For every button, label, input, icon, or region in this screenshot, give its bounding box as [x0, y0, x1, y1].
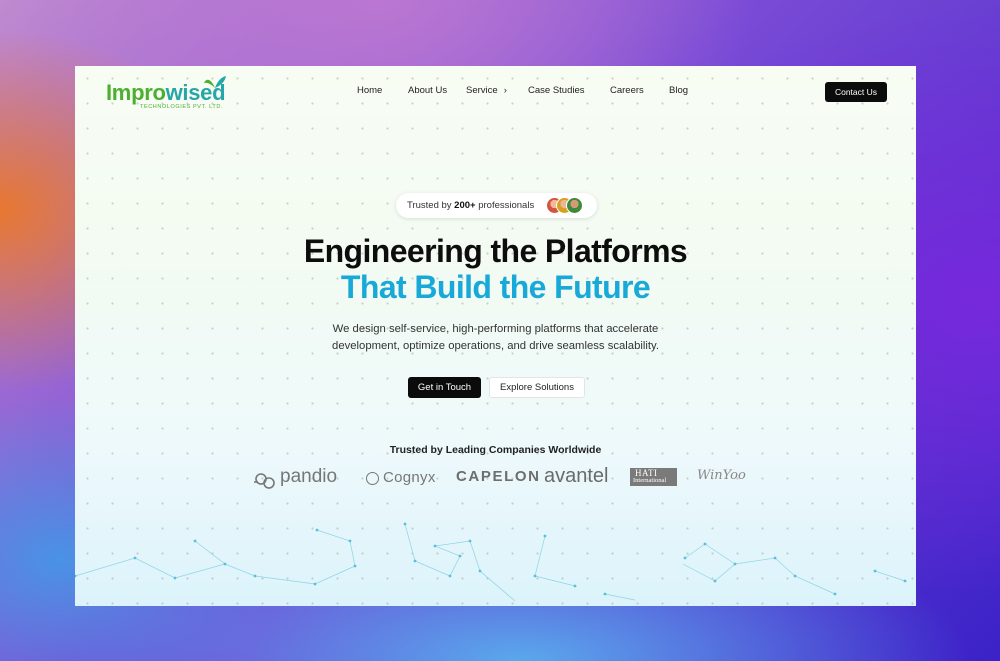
client-logo-strip: pandio Cognyx CAPELON avantel HATI Inter…	[75, 465, 916, 492]
chevron-right-icon: ›	[503, 85, 507, 96]
hero-description-line-1: We design self-service, high-performing …	[332, 323, 659, 335]
nav-home[interactable]: Home	[357, 85, 382, 96]
nav-case-studies[interactable]: Case Studies	[528, 85, 585, 96]
winyoo-logo: WinYoo	[697, 468, 746, 483]
logo-tagline: TECHNOLOGIES PVT. LTD.	[140, 104, 224, 110]
nav-blog[interactable]: Blog	[669, 85, 688, 96]
cognyx-mark-icon	[366, 472, 379, 485]
network-decoration	[75, 522, 907, 602]
nav-about-us[interactable]: About Us	[408, 85, 447, 96]
pandio-mark-icon	[254, 473, 275, 489]
hero-title-line-1: Engineering the Platforms	[303, 233, 688, 269]
nav-careers[interactable]: Careers	[610, 85, 644, 96]
get-in-touch-button[interactable]: Get in Touch	[408, 377, 481, 398]
trusted-badge: Trusted by 200+ professionals	[396, 193, 597, 218]
avatar	[566, 197, 583, 214]
contact-us-button[interactable]: Contact Us	[825, 82, 887, 102]
hero-description-line-2: development, optimize operations, and dr…	[332, 340, 659, 352]
improwised-logo[interactable]: Improwised TECHNOLOGIES PVT. LTD.	[106, 76, 236, 116]
hero-title-line-2: That Build the Future	[340, 269, 651, 305]
nav-service[interactable]: Service ›	[466, 85, 507, 96]
hati-international-logo: HATI International	[630, 468, 677, 486]
top-navigation: Improwised TECHNOLOGIES PVT. LTD. Home A…	[75, 66, 916, 121]
avantel-logo: avantel	[544, 465, 609, 487]
website-screenshot: Improwised TECHNOLOGIES PVT. LTD. Home A…	[75, 66, 916, 606]
explore-solutions-button[interactable]: Explore Solutions	[489, 377, 585, 398]
trusted-badge-text: Trusted by 200+ professionals	[407, 200, 535, 211]
leaf-icon	[204, 76, 226, 88]
capelon-logo: CAPELON	[456, 468, 541, 485]
clients-heading: Trusted by Leading Companies Worldwide	[389, 444, 602, 456]
